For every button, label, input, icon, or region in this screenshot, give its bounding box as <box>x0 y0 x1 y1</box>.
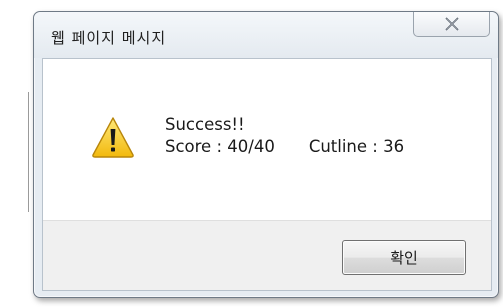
message-text: Success!! Score : 40/40 Cutline : 36 <box>165 114 404 158</box>
message-status: Success!! <box>165 115 245 134</box>
dialog-footer: 확인 <box>43 220 491 290</box>
screen: ㅇ 웹 페이지 메시지 <box>0 0 503 307</box>
close-icon <box>445 17 459 31</box>
ok-button[interactable]: 확인 <box>342 240 466 275</box>
message-scores: Score : 40/40 Cutline : 36 <box>165 136 404 158</box>
close-button[interactable] <box>413 12 490 37</box>
background-divider <box>28 92 29 212</box>
dialog-titlebar[interactable]: 웹 페이지 메시지 <box>34 12 498 58</box>
cutline-text: Cutline : 36 <box>308 137 405 156</box>
message-dialog: 웹 페이지 메시지 Success!! Score: 40/40 Cutlin… <box>33 11 499 298</box>
warning-icon <box>92 117 134 158</box>
dialog-body: Success!! Score : 40/40 Cutline : 36 확인 <box>42 58 492 291</box>
score-text: Score : 40/40 <box>165 137 275 156</box>
dialog-title: 웹 페이지 메시지 <box>51 29 167 47</box>
background-text-fragment: ㅇ <box>0 134 4 148</box>
